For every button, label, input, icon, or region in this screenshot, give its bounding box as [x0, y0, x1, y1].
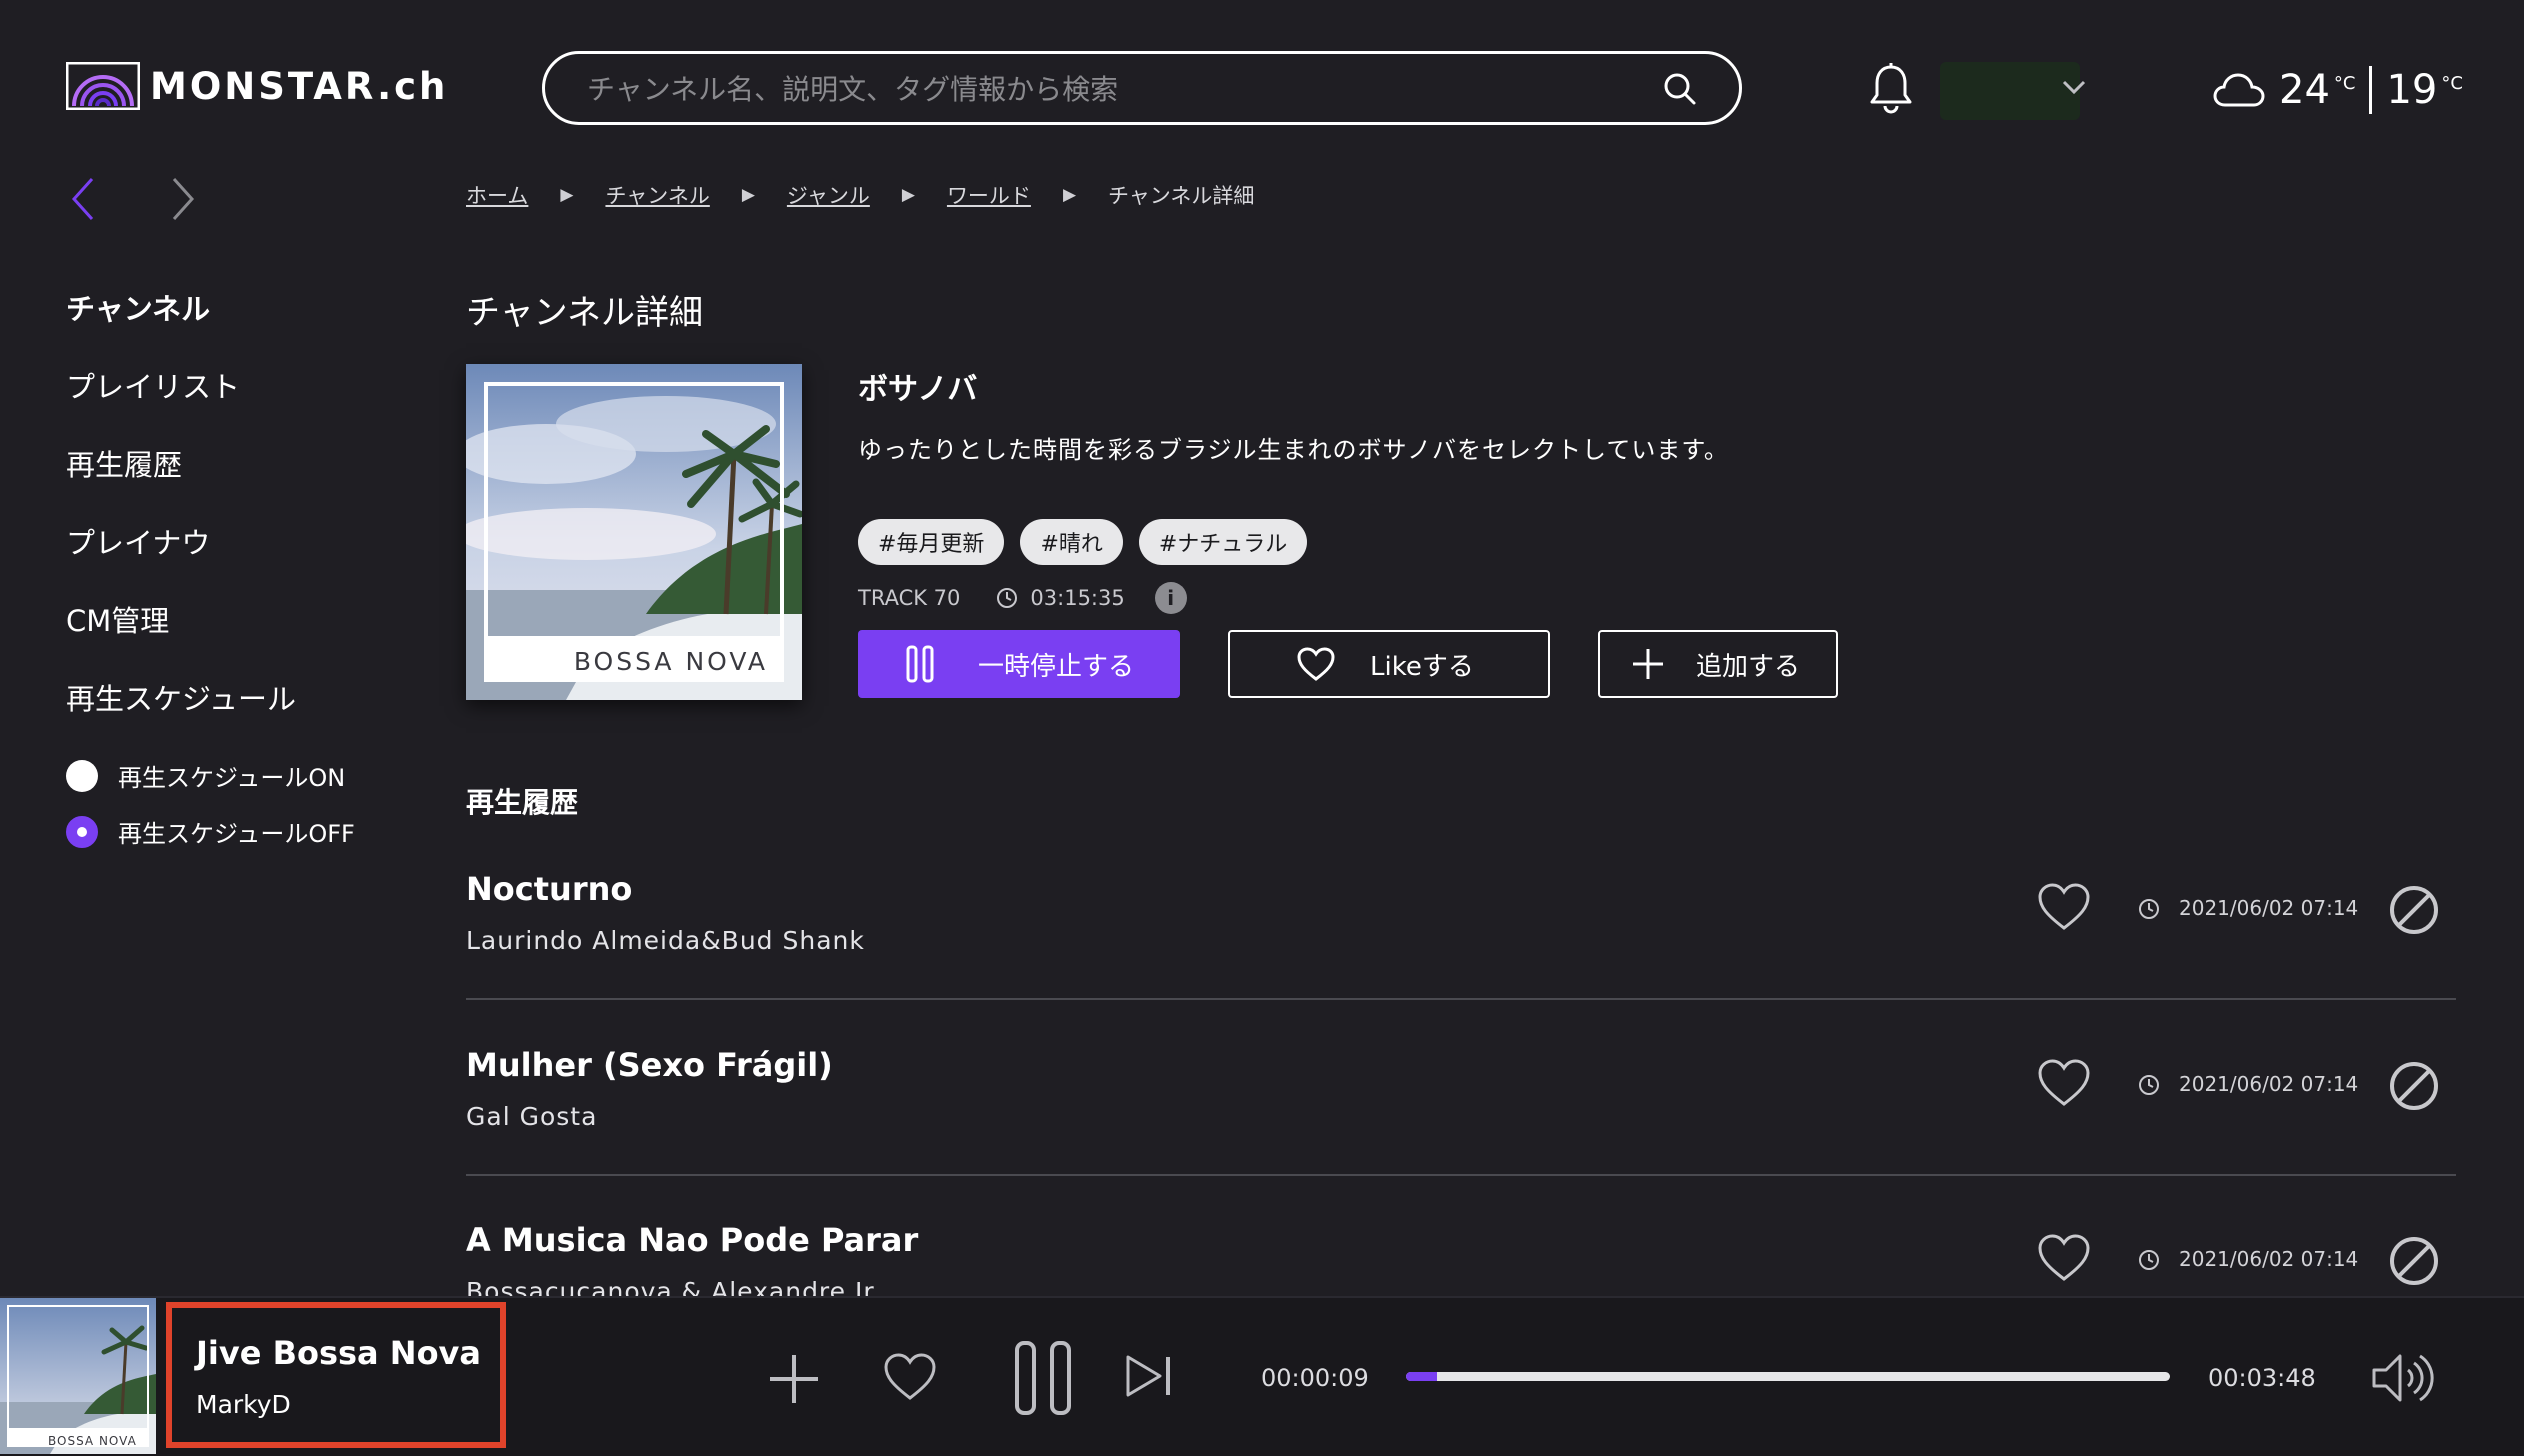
search-input[interactable] [585, 54, 1609, 124]
schedule-off-label: 再生スケジュールOFF [118, 820, 355, 848]
channel-meta: TRACK 70 03:15:35 i [858, 582, 1187, 614]
clock-icon [996, 587, 1018, 609]
search-box[interactable] [542, 51, 1742, 125]
add-channel-button[interactable]: 追加する [1598, 630, 1838, 698]
channel-duration: 03:15:35 [1030, 586, 1125, 610]
thumbnail-label: BOSSA NOVA [48, 1434, 137, 1448]
channel-name: ボサノバ [858, 372, 978, 407]
breadcrumb-world[interactable]: ワールド [947, 180, 1031, 210]
logo-mark-icon [66, 62, 140, 110]
clock-icon [2138, 898, 2160, 920]
progress-bar[interactable] [1406, 1372, 2170, 1381]
app-logo[interactable]: MONSTAR.ch [66, 62, 448, 110]
search-icon[interactable] [1663, 72, 1697, 106]
sidebar-item-playnow[interactable]: プレイナウ [66, 520, 210, 562]
schedule-on-label: 再生スケジュールON [118, 764, 346, 792]
played-at: 2021/06/02 07:14 [2179, 1247, 2359, 1271]
track-artist: Gal Gosta [466, 1102, 598, 1131]
block-icon[interactable] [2388, 1235, 2440, 1287]
history-section-title: 再生履歴 [466, 786, 579, 819]
weather-widget: 24 °C 19 °C [2213, 58, 2463, 122]
account-select[interactable] [1940, 62, 2080, 120]
heart-icon[interactable] [2036, 882, 2092, 932]
played-at: 2021/06/02 07:14 [2179, 1072, 2359, 1096]
breadcrumb-current: チャンネル詳細 [1108, 184, 1255, 208]
tag-chip[interactable]: #ナチュラル [1138, 519, 1308, 565]
skip-next-icon[interactable] [1124, 1353, 1174, 1399]
add-button-label: 追加する [1696, 651, 1801, 682]
now-playing-highlight[interactable] [166, 1302, 506, 1448]
breadcrumb-home[interactable]: ホーム [466, 180, 528, 210]
temp-divider [2369, 66, 2373, 114]
tag-chip[interactable]: #毎月更新 [858, 519, 1005, 565]
track-count: TRACK 70 [858, 586, 961, 610]
radio-unchecked-icon[interactable] [66, 759, 98, 792]
chevron-down-icon[interactable] [2060, 78, 2088, 96]
page-title: チャンネル詳細 [466, 293, 703, 333]
sidebar-item-history[interactable]: 再生履歴 [66, 442, 182, 484]
pause-button-label: 一時停止する [978, 651, 1135, 682]
schedule-on-option[interactable]: 再生スケジュールON [66, 758, 345, 793]
breadcrumb-channel[interactable]: チャンネル [605, 180, 709, 210]
temp-low-unit: °C [2441, 72, 2463, 94]
tag-list: #毎月更新 #晴れ #ナチュラル [858, 519, 1308, 565]
volume-icon[interactable] [2370, 1350, 2434, 1406]
schedule-off-option[interactable]: 再生スケジュールOFF [66, 814, 355, 849]
block-icon[interactable] [2388, 884, 2440, 936]
heart-icon[interactable] [2036, 1233, 2092, 1283]
history-track-row[interactable]: Mulher (Sexo Frágil) Gal Gosta 2021/06/0… [466, 998, 2456, 1176]
pause-icon [906, 645, 934, 683]
sidebar-item-schedule[interactable]: 再生スケジュール [66, 676, 296, 718]
breadcrumb-separator: ▶ [1062, 185, 1077, 205]
channel-cover-image: BOSSA NOVA [466, 364, 802, 700]
track-title: Nocturno [466, 870, 633, 908]
block-icon[interactable] [2388, 1060, 2440, 1112]
sidebar-item-playlist[interactable]: プレイリスト [66, 364, 240, 406]
pause-channel-button[interactable]: 一時停止する [858, 630, 1180, 698]
track-title: Mulher (Sexo Frágil) [466, 1046, 833, 1084]
sidebar-item-channel[interactable]: チャンネル [66, 286, 210, 328]
notification-bell-icon[interactable] [1868, 62, 1914, 114]
sidebar-item-cm[interactable]: CM管理 [66, 598, 169, 640]
radio-checked-icon[interactable] [66, 815, 98, 848]
breadcrumb-genre[interactable]: ジャンル [787, 180, 870, 210]
heart-icon[interactable] [882, 1352, 938, 1402]
like-button-label: Likeする [1370, 651, 1474, 682]
progress-fill [1406, 1372, 1437, 1381]
breadcrumb-separator: ▶ [741, 185, 755, 205]
add-icon[interactable] [766, 1351, 822, 1407]
track-title: A Musica Nao Pode Parar [466, 1221, 919, 1259]
plus-icon [1630, 646, 1666, 682]
breadcrumb-separator: ▶ [901, 185, 915, 205]
tag-chip[interactable]: #晴れ [1020, 519, 1123, 565]
played-at: 2021/06/02 07:14 [2179, 896, 2359, 920]
total-time: 00:03:48 [2208, 1364, 2316, 1392]
history-track-row[interactable]: Nocturno Laurindo Almeida&Bud Shank 2021… [466, 822, 2456, 1000]
now-playing-artist: MarkyD [196, 1390, 291, 1419]
pause-icon[interactable] [1014, 1340, 1072, 1416]
now-playing-thumbnail[interactable]: BOSSA NOVA [0, 1298, 156, 1454]
temp-low: 19 [2386, 67, 2438, 113]
channel-description: ゆったりとした時間を彩るブラジル生まれのボサノバをセレクトしています。 [858, 436, 1729, 464]
now-playing-title: Jive Bossa Nova [196, 1334, 481, 1372]
forward-arrow-icon[interactable] [170, 176, 196, 222]
info-icon[interactable]: i [1154, 582, 1187, 614]
heart-icon[interactable] [2036, 1058, 2092, 1108]
cloud-icon [2213, 73, 2265, 107]
breadcrumb-separator: ▶ [560, 185, 574, 205]
cover-label: BOSSA NOVA [573, 647, 768, 676]
track-artist: Laurindo Almeida&Bud Shank [466, 926, 865, 955]
like-channel-button[interactable]: Likeする [1228, 630, 1550, 698]
back-arrow-icon[interactable] [70, 176, 96, 222]
temp-high: 24 [2279, 67, 2330, 113]
heart-icon [1296, 646, 1336, 682]
clock-icon [2138, 1074, 2160, 1096]
breadcrumb: ホーム ▶ チャンネル ▶ ジャンル ▶ ワールド ▶ チャンネル詳細 [466, 180, 1254, 210]
logo-text: MONSTAR.ch [150, 64, 449, 108]
temp-high-unit: °C [2333, 72, 2356, 94]
clock-icon [2138, 1249, 2160, 1271]
elapsed-time: 00:00:09 [1261, 1364, 1369, 1392]
